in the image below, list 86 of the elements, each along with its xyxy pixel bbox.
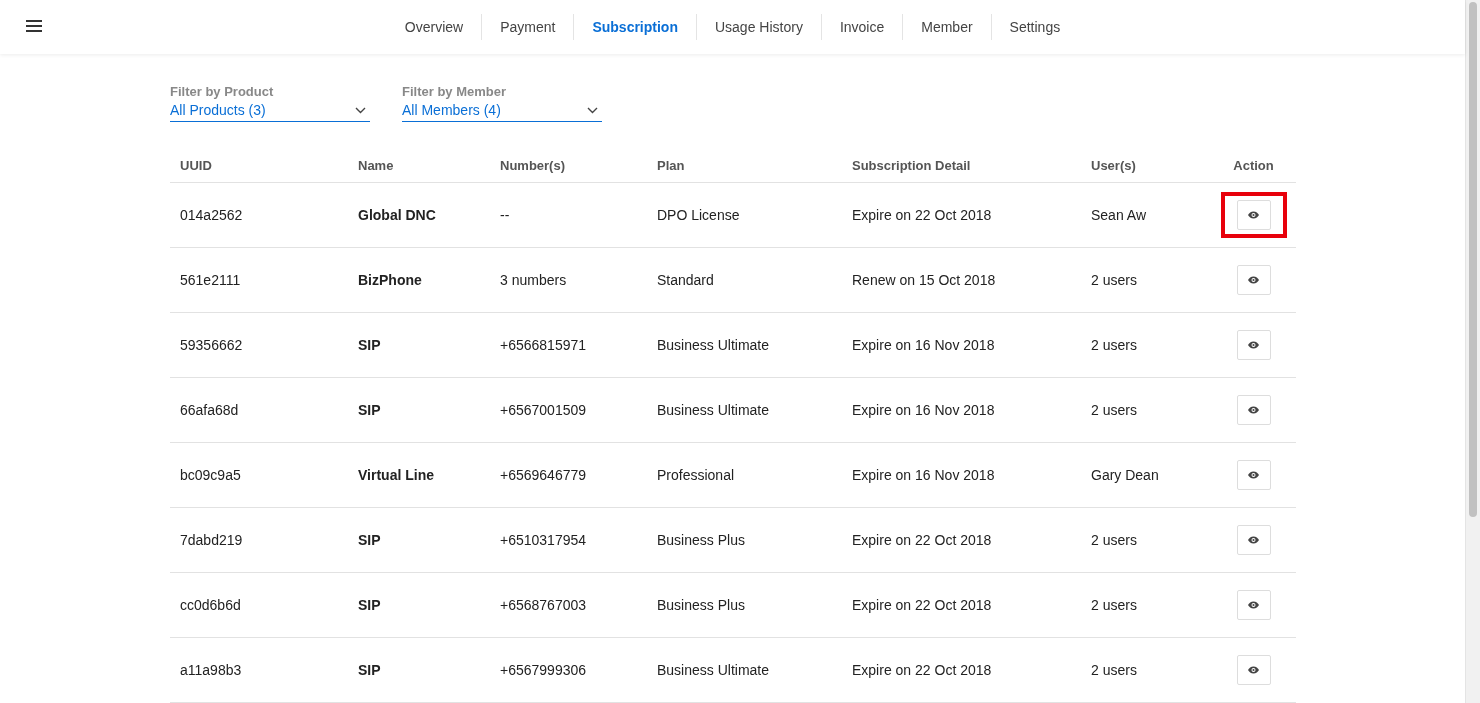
table-cell: Professional	[647, 443, 842, 508]
view-icon	[1248, 536, 1259, 544]
filter-label: Filter by Product	[170, 84, 275, 99]
table-cell: Business Ultimate	[647, 638, 842, 703]
table-cell: SIP	[348, 573, 490, 638]
table-cell: --	[490, 183, 647, 248]
table-cell: Expire on 22 Oct 2018	[842, 638, 1081, 703]
table-cell: 2 users	[1081, 638, 1211, 703]
table-cell: SIP	[348, 313, 490, 378]
table-cell: 7dabd219	[170, 508, 348, 573]
view-button[interactable]	[1236, 460, 1271, 490]
view-icon	[1248, 276, 1259, 284]
filter-label: Filter by Member	[402, 84, 508, 99]
table-cell: 2 users	[1081, 378, 1211, 443]
view-icon	[1248, 341, 1259, 349]
nav-tab[interactable]: Overview	[386, 14, 482, 40]
table-cell: +6569646779	[490, 443, 647, 508]
view-button[interactable]	[1236, 525, 1271, 555]
view-button[interactable]	[1236, 395, 1271, 425]
table-cell: Expire on 16 Nov 2018	[842, 378, 1081, 443]
filter-select[interactable]: All Members (4)	[402, 99, 602, 122]
table-cell: 59356662	[170, 313, 348, 378]
column-header: UUID	[170, 149, 348, 183]
table-cell: +6510317954	[490, 508, 647, 573]
table-cell: Renew on 15 Oct 2018	[842, 248, 1081, 313]
view-button[interactable]	[1236, 200, 1271, 230]
chevron-down-icon	[355, 106, 366, 114]
column-header: Subscription Detail	[842, 149, 1081, 183]
view-icon	[1248, 211, 1259, 219]
table-cell: BizPhone	[348, 248, 490, 313]
table-cell: Business Ultimate	[647, 313, 842, 378]
view-icon	[1248, 406, 1259, 414]
column-header: Number(s)	[490, 149, 647, 183]
table-cell: +6568767003	[490, 573, 647, 638]
menu-icon[interactable]	[26, 20, 42, 32]
table-cell: 014a2562	[170, 183, 348, 248]
table-cell: 2 users	[1081, 313, 1211, 378]
view-button[interactable]	[1236, 330, 1271, 360]
table-cell: Global DNC	[348, 183, 490, 248]
nav-tab[interactable]: Settings	[990, 14, 1079, 40]
table-cell: 66afa68d	[170, 378, 348, 443]
view-button[interactable]	[1236, 655, 1271, 685]
view-button[interactable]	[1236, 265, 1271, 295]
column-header: User(s)	[1081, 149, 1211, 183]
table-cell: cc0d6b6d	[170, 573, 348, 638]
nav-tab[interactable]: Usage History	[695, 14, 821, 40]
table-cell: SIP	[348, 508, 490, 573]
table-cell: Virtual Line	[348, 443, 490, 508]
table-cell: Standard	[647, 248, 842, 313]
chevron-down-icon	[587, 106, 598, 114]
table-cell: 2 users	[1081, 573, 1211, 638]
nav-tab[interactable]: Payment	[481, 14, 574, 40]
view-icon	[1248, 601, 1259, 609]
nav-tab[interactable]: Subscription	[573, 14, 696, 40]
column-header: Name	[348, 149, 490, 183]
view-icon	[1248, 666, 1259, 674]
table-cell: +6567001509	[490, 378, 647, 443]
table-cell: Expire on 16 Nov 2018	[842, 443, 1081, 508]
nav-tab[interactable]: Invoice	[820, 14, 903, 40]
table-cell: +6566815971	[490, 313, 647, 378]
column-header: Plan	[647, 149, 842, 183]
table-cell: 3 numbers	[490, 248, 647, 313]
table-cell: Sean Aw	[1081, 183, 1211, 248]
table-cell: 561e2111	[170, 248, 348, 313]
scrollbar-thumb[interactable]	[1469, 2, 1477, 517]
table-cell: a11a98b3	[170, 638, 348, 703]
view-icon	[1248, 471, 1259, 479]
table-cell: DPO License	[647, 183, 842, 248]
table-cell: 2 users	[1081, 248, 1211, 313]
table-cell: 2 users	[1081, 508, 1211, 573]
table-cell: +6567999306	[490, 638, 647, 703]
view-button[interactable]	[1236, 590, 1271, 620]
table-cell: Expire on 22 Oct 2018	[842, 573, 1081, 638]
table-cell: Expire on 16 Nov 2018	[842, 313, 1081, 378]
table-cell: Business Ultimate	[647, 378, 842, 443]
table-cell: Business Plus	[647, 573, 842, 638]
table-cell: bc09c9a5	[170, 443, 348, 508]
table-cell: SIP	[348, 638, 490, 703]
column-header: Action	[1211, 149, 1296, 183]
filter-select[interactable]: All Products (3)	[170, 99, 370, 122]
table-cell: Expire on 22 Oct 2018	[842, 183, 1081, 248]
table-cell: Business Plus	[647, 508, 842, 573]
table-cell: Gary Dean	[1081, 443, 1211, 508]
nav-tab[interactable]: Member	[902, 14, 991, 40]
table-cell: SIP	[348, 378, 490, 443]
table-cell: Expire on 22 Oct 2018	[842, 508, 1081, 573]
